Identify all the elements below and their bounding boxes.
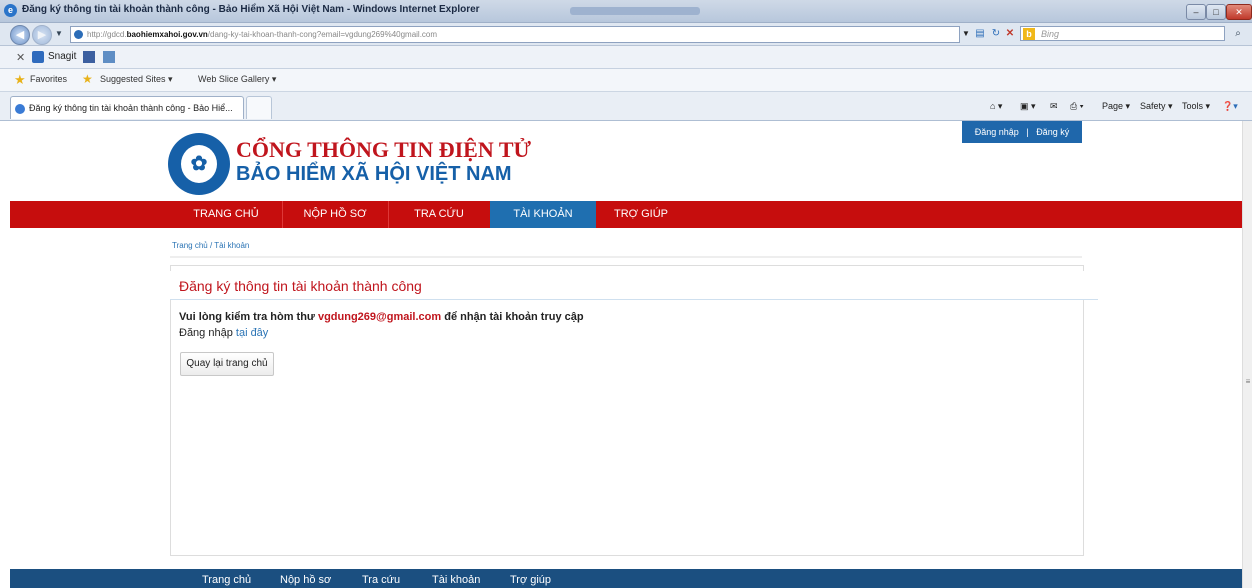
vertical-scrollbar[interactable]: ≡: [1242, 121, 1252, 588]
search-icon[interactable]: ⌕: [1232, 28, 1244, 40]
nav-item-account[interactable]: TÀI KHOẢN: [490, 201, 596, 228]
footer-link-submit[interactable]: Nộp hồ sơ: [280, 574, 331, 586]
url-input[interactable]: http://gdcd.baohiemxahoi.gov.vn/dang-ky-…: [70, 26, 960, 43]
footer-nav: Trang chủ Nộp hồ sơ Tra cứu Tài khoản Tr…: [10, 569, 1242, 588]
logo-emblem-icon: ✿: [190, 153, 208, 175]
scrollbar-grip-icon[interactable]: ≡: [1243, 377, 1252, 387]
feeds-icon[interactable]: ▣ ▾: [1020, 101, 1036, 112]
nav-item-lookup[interactable]: TRA CỨU: [388, 201, 490, 228]
print-icon[interactable]: ⎙ ▾: [1070, 101, 1083, 112]
close-toolbar-icon[interactable]: ✕: [16, 51, 25, 64]
stop-icon[interactable]: ✕: [1004, 28, 1016, 40]
back-to-home-button[interactable]: Quay lại trang chủ: [180, 352, 274, 376]
footer-link-home[interactable]: Trang chủ: [202, 574, 251, 586]
close-window-button[interactable]: ✕: [1226, 4, 1252, 20]
search-placeholder: Bing: [1041, 29, 1060, 39]
site-icon: [74, 30, 83, 40]
check-email-message: Vui lòng kiểm tra hòm thư vgdung269@gmai…: [179, 311, 584, 323]
login-here-link[interactable]: tại đây: [236, 327, 268, 339]
favorites-button[interactable]: Favorites: [30, 74, 67, 84]
auth-links: Đăng nhập | Đăng ký: [962, 121, 1082, 143]
titlebar-blurred-area: [570, 7, 700, 15]
email-address: vgdung269@gmail.com: [317, 311, 442, 323]
snagit-toolbar: ✕ Snagit: [0, 46, 1252, 69]
help-icon[interactable]: ❓▾: [1222, 101, 1238, 112]
site-title-line1: CỔNG THÔNG TIN ĐIỆN TỬ: [236, 137, 532, 162]
snagit-window-icon[interactable]: [103, 51, 115, 63]
history-dropdown-icon[interactable]: ▼: [55, 29, 63, 38]
window-titlebar: e Đăng ký thông tin tài khoản thành công…: [0, 0, 1252, 23]
mail-icon[interactable]: ✉: [1050, 101, 1058, 112]
favorites-bar: ★ Favorites ★ Suggested Sites ▾ Web Slic…: [0, 69, 1252, 92]
login-line: Đăng nhập tại đây: [179, 327, 268, 339]
tab-site-icon: [15, 103, 25, 114]
nav-item-help[interactable]: TRỢ GIÚP: [596, 201, 686, 228]
site-title-line2: BẢO HIỂM XÃ HỘI VIỆT NAM: [236, 163, 512, 185]
content-panel: [170, 265, 1084, 556]
panel-title: Đăng ký thông tin tài khoản thành công: [179, 278, 422, 294]
window-title: Đăng ký thông tin tài khoản thành công -…: [22, 4, 480, 15]
ie-icon: e: [4, 4, 17, 17]
breadcrumb[interactable]: Trang chủ / Tài khoản: [172, 241, 249, 250]
bing-icon: b: [1023, 28, 1035, 40]
page-viewport: ✿ CỔNG THÔNG TIN ĐIỆN TỬ BẢO HIỂM XÃ HỘI…: [10, 121, 1242, 588]
favorites-star-icon: ★: [14, 72, 26, 87]
footer-link-lookup[interactable]: Tra cứu: [362, 574, 400, 586]
message-suffix: để nhận tài khoản truy cập: [441, 311, 584, 323]
compatibility-icon[interactable]: ▤: [974, 28, 986, 40]
snagit-button[interactable]: Snagit: [48, 51, 76, 62]
web-slice-gallery-link[interactable]: Web Slice Gallery ▾: [198, 74, 276, 85]
tab-bar: Đăng ký thông tin tài khoản thành công -…: [0, 92, 1252, 121]
tab-title: Đăng ký thông tin tài khoản thành công -…: [29, 103, 233, 113]
home-icon[interactable]: ⌂ ▾: [990, 101, 1002, 112]
page-menu[interactable]: Page ▾: [1102, 101, 1130, 112]
main-nav: TRANG CHỦ NỘP HỒ SƠ TRA CỨU TÀI KHOẢN TR…: [10, 201, 1242, 228]
search-input[interactable]: b Bing: [1020, 26, 1225, 41]
register-link[interactable]: Đăng ký: [1036, 127, 1069, 137]
snagit-capture-icon[interactable]: [83, 51, 95, 63]
maximize-button[interactable]: □: [1206, 4, 1226, 20]
refresh-icon[interactable]: ↻: [990, 28, 1002, 40]
url-dropdown-icon[interactable]: ▼: [960, 28, 972, 40]
url-domain: baohiemxahoi.gov.vn: [126, 30, 208, 39]
new-tab-button[interactable]: [246, 96, 272, 119]
url-path: /dang-ky-tai-khoan-thanh-cong?email=vgdu…: [207, 30, 438, 39]
browser-tab[interactable]: Đăng ký thông tin tài khoản thành công -…: [10, 96, 244, 119]
url-prefix: http://gdcd.: [87, 30, 127, 39]
login-link[interactable]: Đăng nhập: [975, 127, 1019, 137]
tools-menu[interactable]: Tools ▾: [1182, 101, 1210, 112]
address-bar: ◀ ▶ ▼ http://gdcd.baohiemxahoi.gov.vn/da…: [0, 23, 1252, 46]
nav-item-submit[interactable]: NỘP HỒ SƠ: [282, 201, 388, 228]
message-prefix: Vui lòng kiểm tra hòm thư: [179, 311, 318, 323]
suggested-sites-link[interactable]: Suggested Sites ▾: [100, 74, 173, 85]
login-prefix: Đăng nhập: [179, 327, 236, 339]
auth-separator: |: [1026, 127, 1029, 137]
add-favorite-icon[interactable]: ★: [82, 72, 93, 86]
forward-button[interactable]: ▶: [32, 25, 52, 45]
breadcrumb-divider: [170, 256, 1082, 258]
footer-link-account[interactable]: Tài khoản: [432, 574, 480, 586]
back-button[interactable]: ◀: [10, 25, 30, 45]
safety-menu[interactable]: Safety ▾: [1140, 101, 1173, 112]
snagit-icon: [32, 51, 44, 63]
footer-link-help[interactable]: Trợ giúp: [510, 574, 551, 586]
nav-item-home[interactable]: TRANG CHỦ: [170, 201, 282, 228]
minimize-button[interactable]: –: [1186, 4, 1206, 20]
